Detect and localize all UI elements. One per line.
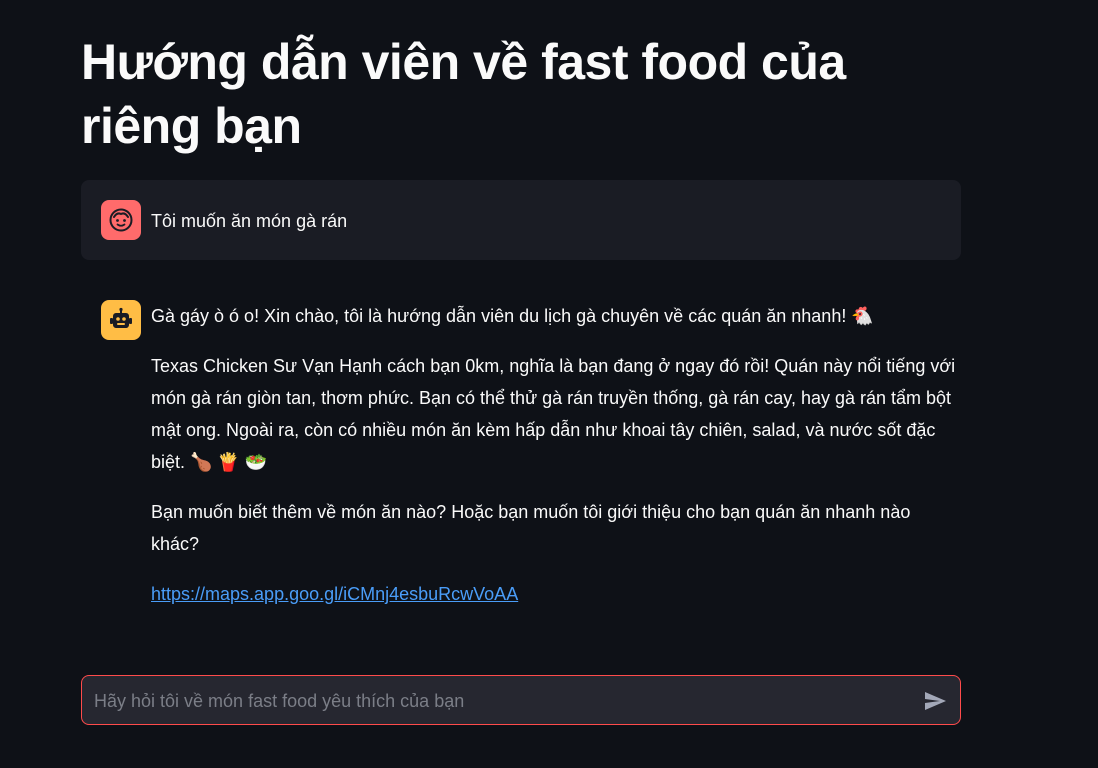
send-icon	[925, 692, 946, 710]
chat-input-container	[81, 675, 961, 726]
assistant-link-paragraph: https://maps.app.goo.gl/iCMnj4esbuRcwVoA…	[151, 578, 961, 610]
chat-input[interactable]	[92, 676, 896, 726]
user-message: Tôi muốn ăn món gà rán	[81, 180, 961, 260]
assistant-paragraph: Bạn muốn biết thêm về món ăn nào? Hoặc b…	[151, 502, 911, 554]
user-message-text: Tôi muốn ăn món gà rán	[151, 211, 348, 231]
assistant-paragraph: Texas Chicken Sư Vạn Hạnh cách bạn 0km, …	[151, 356, 956, 472]
user-face-icon	[101, 200, 141, 240]
assistant-paragraph: Gà gáy ò ó o! Xin chào, tôi là hướng dẫn…	[151, 306, 874, 326]
page-title: Hướng dẫn viên về fast food của riêng bạ…	[81, 34, 846, 154]
maps-link[interactable]: https://maps.app.goo.gl/iCMnj4esbuRcwVoA…	[151, 584, 518, 604]
assistant-message-content: Gà gáy ò ó o! Xin chào, tôi là hướng dẫn…	[151, 300, 961, 610]
bot-icon	[101, 300, 141, 340]
assistant-message: Gà gáy ò ó o! Xin chào, tôi là hướng dẫn…	[81, 300, 961, 628]
app-page: Hướng dẫn viên về fast food của riêng bạ…	[0, 0, 1098, 768]
send-button[interactable]	[922, 688, 948, 714]
